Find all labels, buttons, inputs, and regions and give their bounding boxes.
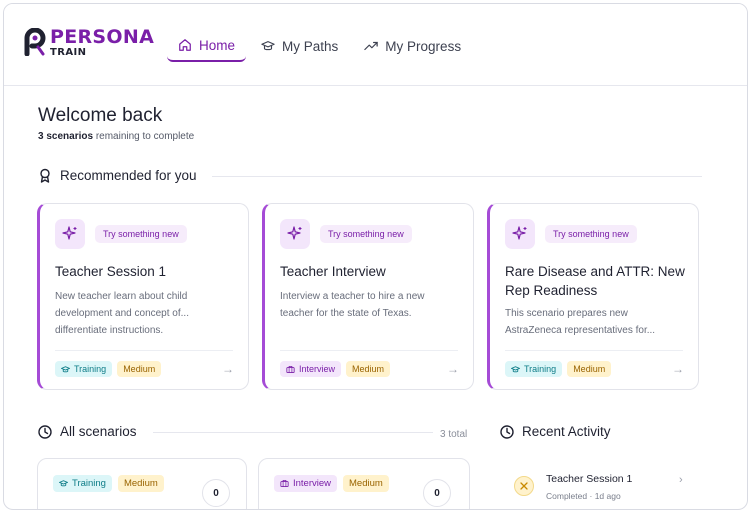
card-tags: Training Medium [55, 361, 162, 377]
remaining-count: 3 scenarios [38, 131, 94, 142]
recommended-header: Recommended for you [38, 168, 197, 183]
all-scenarios-heading: All scenarios [60, 424, 137, 439]
card-title: Teacher Interview [280, 264, 386, 279]
remaining-summary: 3 scenarios remaining to complete [38, 131, 194, 142]
nav-my-progress-label: My Progress [385, 38, 462, 54]
card-tags: Interview Medium [280, 361, 391, 377]
briefcase-icon [280, 480, 289, 488]
brand-logo[interactable]: PERSONA TRAIN [24, 28, 154, 58]
graduation-cap-icon [59, 480, 68, 487]
briefcase-icon [286, 365, 295, 373]
graduation-cap-icon [261, 41, 275, 51]
all-scenarios-divider [153, 432, 433, 433]
award-icon [40, 168, 50, 183]
recommended-card[interactable]: Try something new Teacher Interview Inte… [262, 203, 474, 390]
sparkles-icon [280, 219, 310, 249]
main-nav: Home My Paths My Progress [167, 30, 472, 62]
card-divider [280, 350, 458, 351]
clock-icon [38, 424, 52, 439]
clock-icon [500, 424, 514, 439]
brand-subtitle: TRAIN [50, 47, 87, 58]
app-window: PERSONA TRAIN Home My Paths My Progress … [3, 3, 748, 510]
card-divider [505, 350, 683, 351]
nav-home[interactable]: Home [167, 30, 247, 62]
type-tag: Training [53, 475, 112, 492]
persona-logo-icon [24, 27, 46, 57]
type-tag-label: Interview [299, 364, 336, 374]
graduation-cap-icon [511, 365, 520, 372]
nav-my-progress[interactable]: My Progress [353, 30, 472, 62]
recommended-heading: Recommended for you [60, 168, 197, 183]
attempt-count: 0 [423, 479, 451, 507]
card-title: Teacher Session 1 [55, 264, 167, 279]
close-circle-icon [514, 476, 534, 496]
activity-meta: Completed · 1d ago [546, 491, 621, 501]
card-title: Rare Disease and ATTR: New Rep Readiness [505, 264, 685, 298]
card-badge: Try something new [545, 225, 637, 243]
difficulty-tag: Medium [117, 475, 164, 492]
difficulty-tag: Medium [117, 361, 162, 377]
card-description: Interview a teacher to hire a new teache… [280, 291, 425, 319]
difficulty-tag: Medium [567, 361, 612, 377]
home-icon [179, 39, 191, 51]
recent-activity-heading: Recent Activity [522, 424, 611, 439]
difficulty-tag: Medium [343, 475, 389, 492]
activity-title: Teacher Session 1 [546, 473, 633, 485]
graduation-cap-icon [61, 365, 70, 372]
type-tag: Interview [274, 475, 338, 492]
remaining-text: remaining to complete [95, 131, 195, 142]
card-badge: Try something new [95, 225, 187, 243]
nav-my-paths[interactable]: My Paths [250, 30, 349, 62]
type-tag: Training [505, 361, 563, 377]
recommended-card[interactable]: Try something new Rare Disease and ATTR:… [487, 203, 699, 390]
sparkles-icon [505, 219, 535, 249]
activity-status: Completed [546, 491, 588, 501]
recent-activity-header: Recent Activity [500, 424, 611, 439]
arrow-right-icon[interactable]: → [222, 362, 234, 376]
type-tag: Training [55, 361, 113, 377]
scenario-card[interactable]: Interview Medium 0 [258, 458, 470, 509]
nav-home-label: Home [199, 37, 236, 53]
attempt-count: 0 [202, 479, 230, 507]
card-tags: Training Medium [505, 361, 612, 377]
card-tags: Interview Medium [274, 475, 389, 492]
card-description: New teacher learn about child developmen… [55, 291, 189, 336]
arrow-right-icon[interactable]: → [447, 362, 459, 376]
recommended-card[interactable]: Try something new Teacher Session 1 New … [37, 203, 249, 390]
difficulty-tag: Medium [346, 361, 391, 377]
scenario-total: 3 total [440, 429, 468, 440]
activity-time: 1d ago [594, 491, 621, 501]
brand-title: PERSONA [50, 26, 155, 48]
type-tag-label: Training [524, 364, 557, 374]
chevron-right-icon[interactable]: › [679, 474, 683, 486]
type-tag-label: Training [74, 364, 107, 374]
page-title: Welcome back [38, 105, 163, 126]
top-header: PERSONA TRAIN Home My Paths My Progress [4, 4, 747, 86]
all-scenarios-header: All scenarios [38, 424, 137, 439]
card-description: This scenario prepares new AstraZeneca r… [505, 308, 656, 336]
nav-my-paths-label: My Paths [282, 38, 339, 54]
trending-up-icon [364, 41, 379, 51]
activity-item[interactable]: Teacher Session 1 Completed · 1d ago › [502, 465, 692, 505]
type-tag-label: Interview [293, 478, 332, 489]
scenario-card[interactable]: Training Medium 0 [37, 458, 247, 509]
card-tags: Training Medium [53, 475, 164, 492]
card-badge: Try something new [320, 225, 412, 243]
recommended-divider [212, 176, 702, 177]
card-divider [55, 350, 233, 351]
type-tag-label: Training [72, 478, 106, 489]
arrow-right-icon[interactable]: → [672, 362, 684, 376]
type-tag: Interview [280, 361, 342, 377]
sparkles-icon [55, 219, 85, 249]
